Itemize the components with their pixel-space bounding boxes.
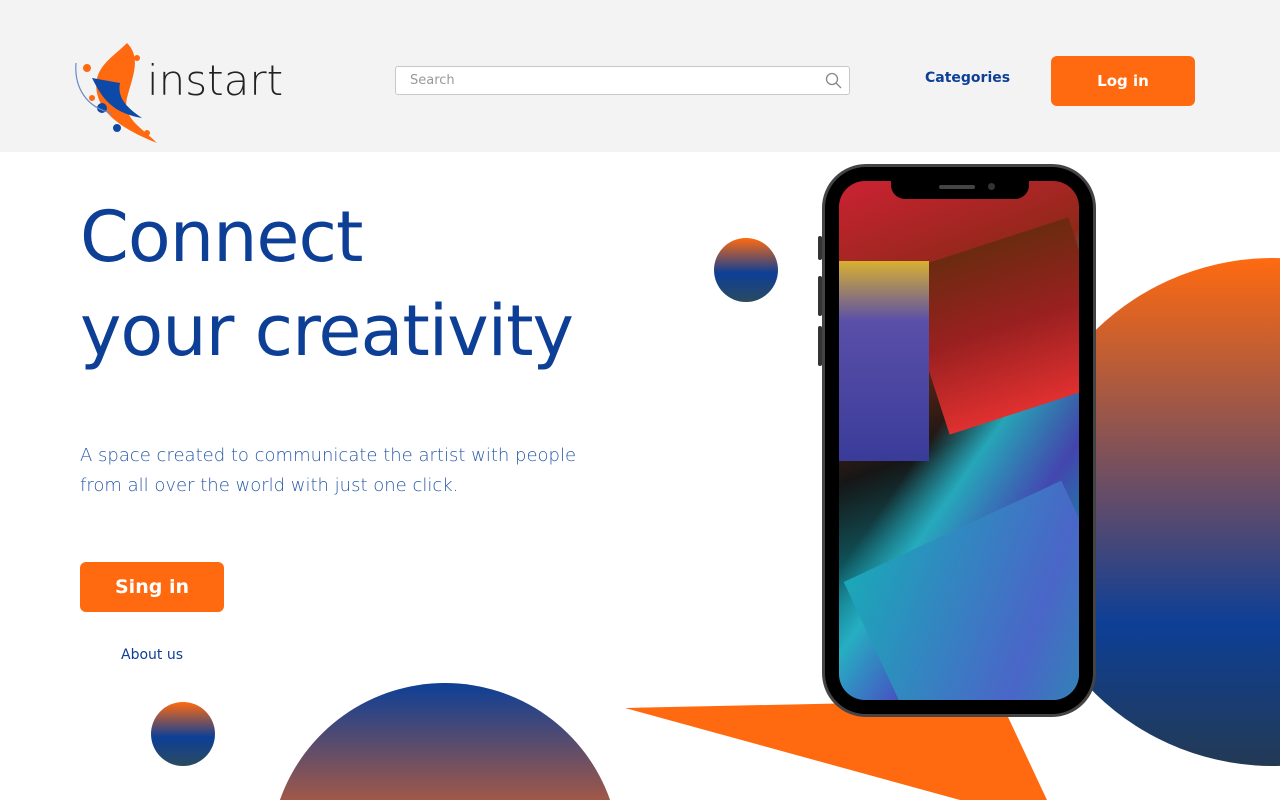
hero-title-line: your creativity [80, 290, 574, 372]
login-button[interactable]: Log in [1051, 56, 1195, 106]
search-input[interactable] [396, 67, 796, 94]
bottom-gradient-circle [279, 683, 611, 800]
hero-description: A space created to communicate the artis… [80, 445, 577, 496]
small-gradient-circle [151, 702, 215, 766]
about-us-link[interactable]: About us [121, 647, 183, 663]
categories-link[interactable]: Categories [925, 70, 1010, 86]
search-icon[interactable] [825, 72, 843, 90]
search-bar[interactable] [395, 66, 850, 95]
phone-mockup [822, 164, 1096, 717]
brand-name: instart [147, 56, 284, 105]
hero-title-line: Connect [80, 196, 363, 278]
phone-notch [891, 178, 1029, 199]
paintbrushes-image [839, 181, 1079, 700]
signin-button[interactable]: Sing in [80, 562, 224, 612]
hero-title: Connect your creativity [80, 190, 574, 378]
header: instart Categories Log in [0, 0, 1280, 152]
small-gradient-circle [714, 238, 778, 302]
